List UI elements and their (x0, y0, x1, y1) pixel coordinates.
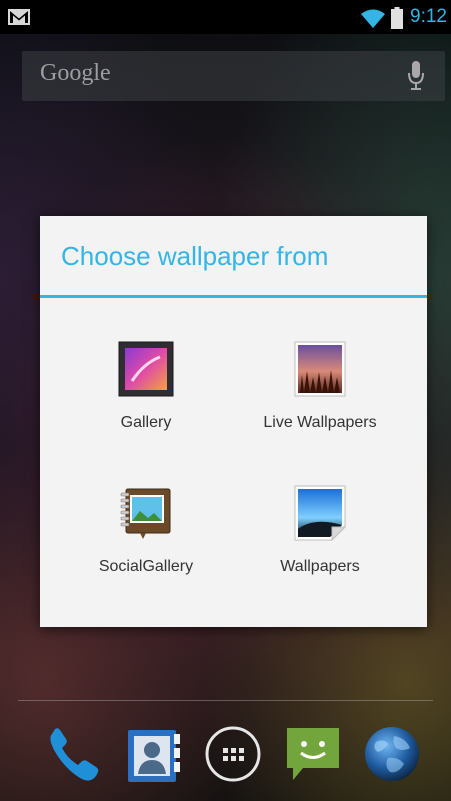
option-label: Wallpapers (280, 558, 360, 575)
status-bar: 9:12 (0, 0, 451, 34)
browser-icon (365, 727, 419, 781)
gmail-icon (8, 9, 30, 25)
dock-phone[interactable] (44, 724, 104, 784)
option-live-wallpapers[interactable]: Live Wallpapers (230, 341, 410, 461)
option-label: Live Wallpapers (263, 414, 377, 431)
dialog-title-divider (40, 295, 427, 298)
dock-browser[interactable] (362, 724, 422, 784)
live-wallpapers-icon (294, 341, 346, 397)
option-label: SocialGallery (98, 558, 194, 575)
dock-app-drawer[interactable] (203, 724, 263, 784)
app-drawer-icon (205, 726, 261, 782)
social-gallery-icon (120, 488, 171, 539)
wifi-icon (361, 9, 385, 28)
gallery-icon (118, 341, 174, 397)
wallpaper-chooser-dialog: Choose wallpaper from Gallery Live Wallp… (40, 216, 427, 627)
option-label: Gallery (120, 414, 172, 431)
mic-icon[interactable] (407, 61, 425, 91)
option-social-gallery[interactable]: SocialGallery (56, 485, 236, 605)
phone-icon (50, 728, 99, 781)
home-screen: 9:12 Google Choose wallpaper from Galler… (0, 0, 451, 801)
messaging-icon (287, 728, 339, 780)
google-logo: Google (40, 60, 111, 86)
dock-divider (18, 700, 433, 701)
google-search-bar[interactable]: Google (22, 51, 445, 101)
dialog-title: Choose wallpaper from (61, 241, 329, 271)
battery-icon (391, 7, 403, 29)
dock-contacts[interactable] (124, 724, 184, 784)
status-time: 9:12 (410, 6, 447, 27)
option-wallpapers[interactable]: Wallpapers (230, 485, 410, 605)
contacts-icon (128, 730, 180, 782)
wallpapers-icon (294, 485, 347, 541)
dock-messaging[interactable] (283, 724, 343, 784)
option-gallery[interactable]: Gallery (56, 341, 236, 461)
